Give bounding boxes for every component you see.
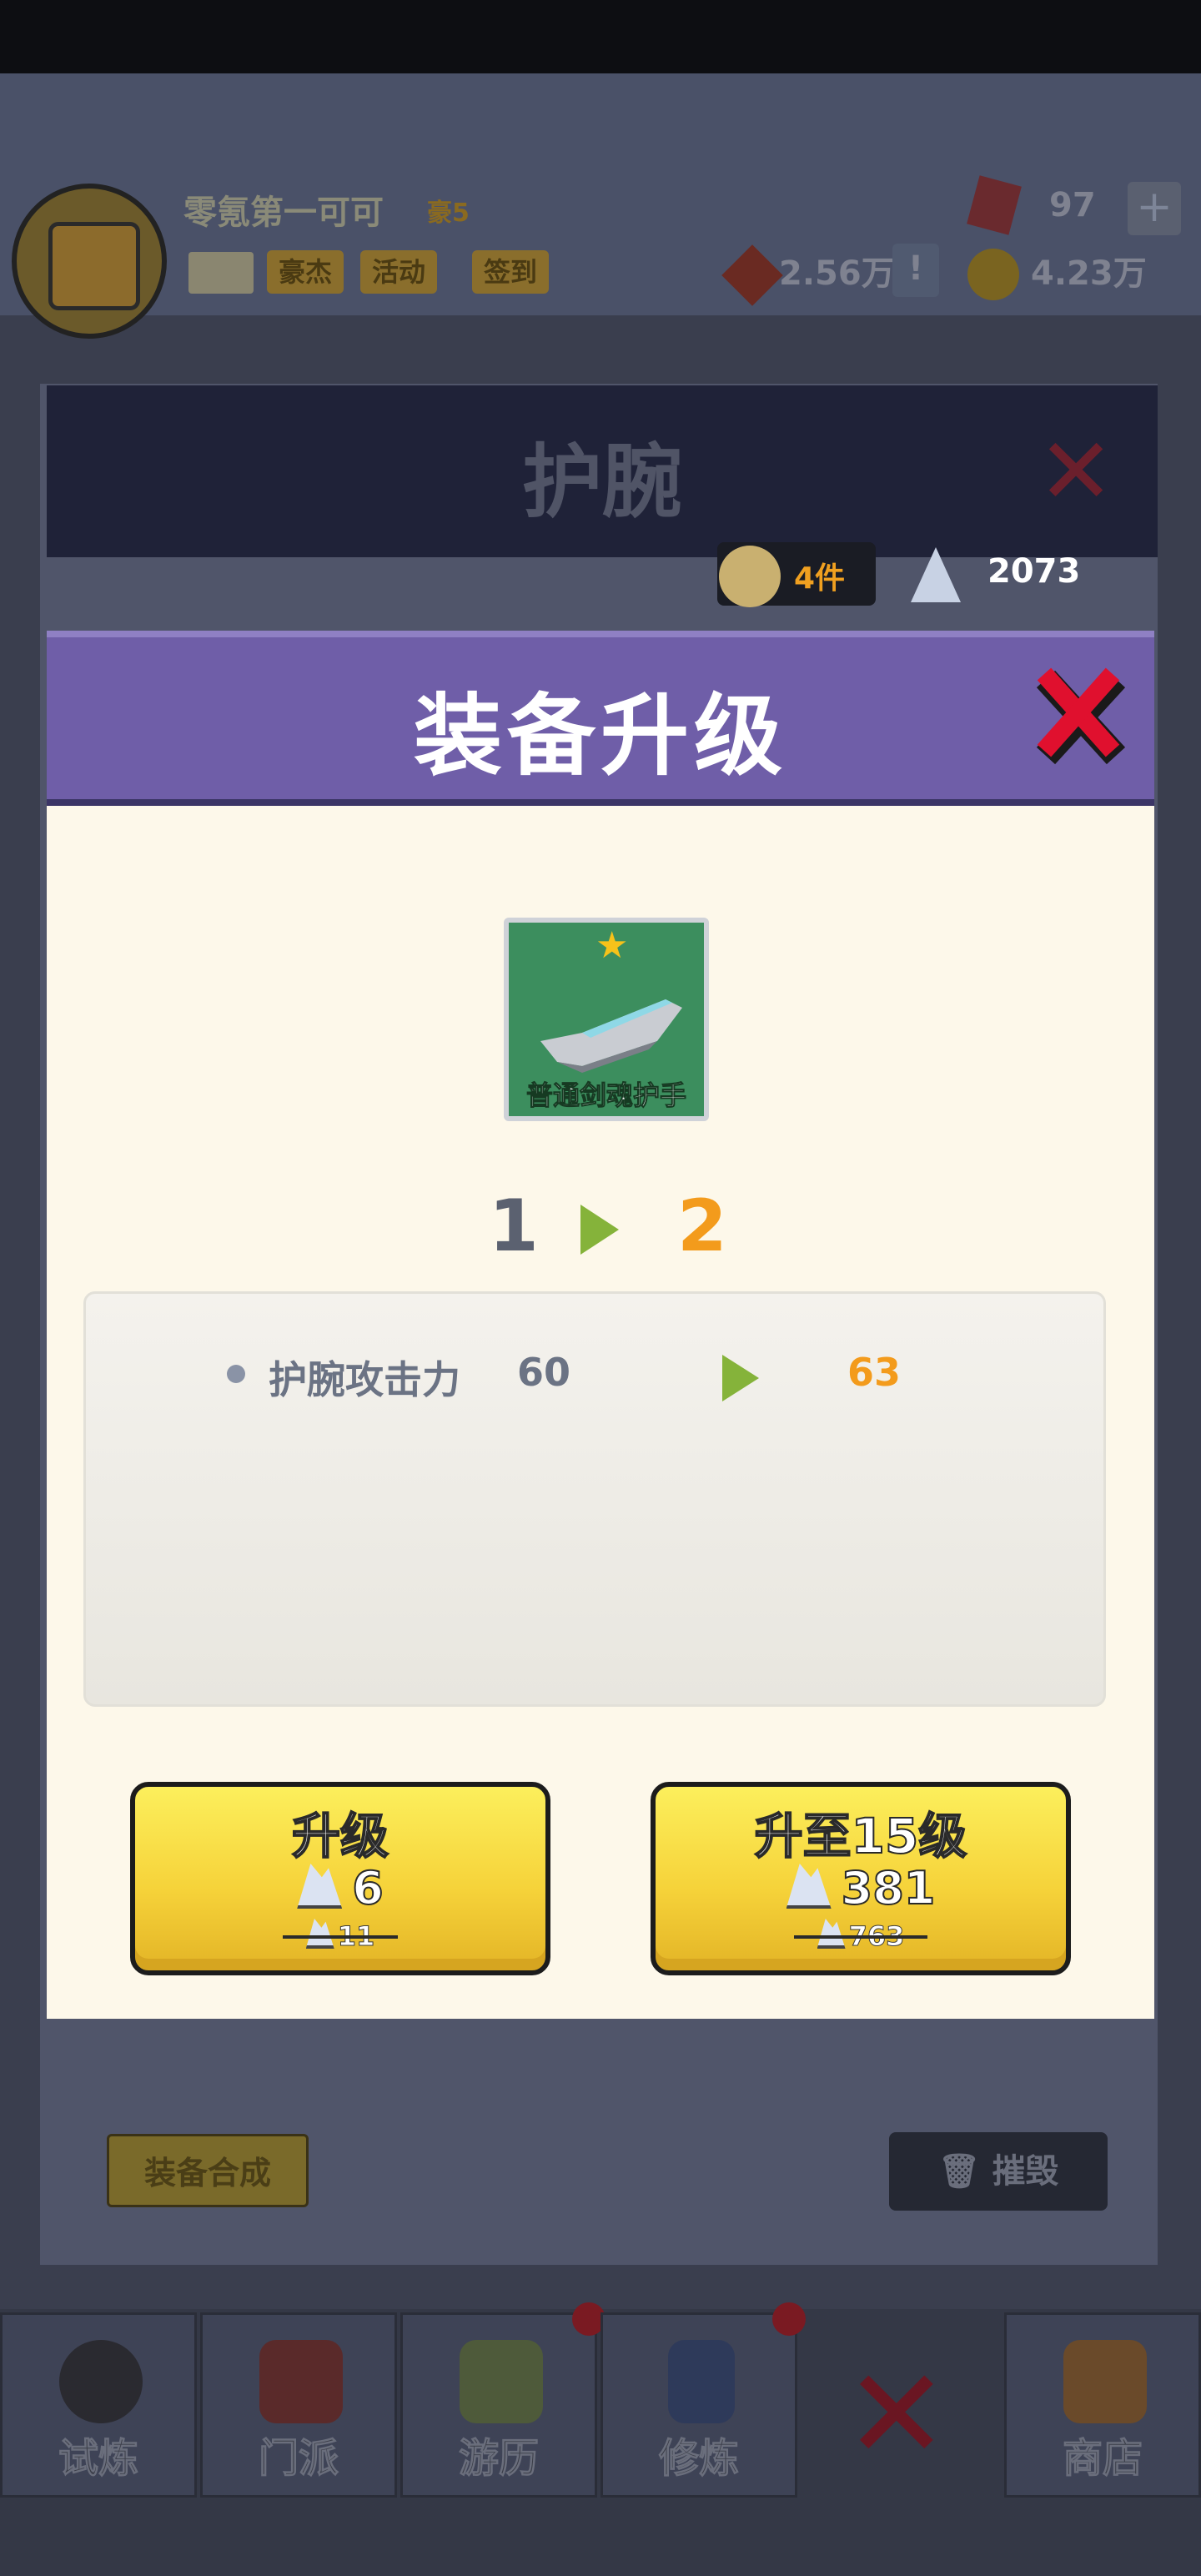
- player-name: 零氪第一可可: [183, 194, 384, 232]
- ninja-icon: [59, 2340, 143, 2423]
- book-icon: [668, 2340, 735, 2423]
- upgrade-original-cost-value: 11: [337, 1920, 375, 1953]
- token-count: 2.56万: [779, 254, 895, 293]
- temple-icon: [259, 2340, 343, 2423]
- add-gems-button[interactable]: +: [1128, 182, 1181, 235]
- upgrade-max-original-cost: 763: [656, 1919, 1066, 1953]
- upgrade-max-button-label: 升至15级: [754, 1807, 968, 1865]
- nav-close-icon[interactable]: ✕: [844, 2352, 949, 2478]
- nav-travel-label: 游历: [458, 2435, 539, 2483]
- nav-trial-label: 试炼: [58, 2435, 138, 2483]
- events-button[interactable]: 活动: [360, 250, 438, 294]
- close-icon[interactable]: [1029, 661, 1129, 769]
- upgrade-max-original-cost-value: 763: [848, 1920, 905, 1953]
- nav-travel[interactable]: 游历: [400, 2312, 597, 2498]
- nav-cultivate-notification-dot: [772, 2302, 806, 2336]
- mail-icon[interactable]: [188, 252, 254, 294]
- avatar[interactable]: [12, 184, 167, 339]
- crystal-icon: [305, 1919, 334, 1949]
- stat-current-value: 60: [517, 1350, 571, 1395]
- star-icon: ★: [595, 924, 629, 967]
- info-button[interactable]: !: [892, 244, 939, 297]
- gems-count: 97: [1049, 186, 1096, 224]
- upgrade-button-label: 升级: [291, 1807, 389, 1865]
- gold-count: 4.23万: [1031, 254, 1147, 293]
- upgrade-cost: 6: [135, 1861, 545, 1915]
- dialog-title: 装备升级: [414, 685, 787, 787]
- crystal-icon: [297, 1864, 343, 1909]
- mountain-icon: [460, 2340, 543, 2423]
- item-name: 普通剑魂护手: [525, 1079, 686, 1112]
- vip-badge: 豪5: [427, 199, 470, 228]
- nav-cultivate[interactable]: 修炼: [600, 2312, 797, 2498]
- nav-shop[interactable]: 商店: [1004, 2312, 1201, 2498]
- scroll-icon: [719, 546, 781, 607]
- upgrade-button[interactable]: 升级 6 11: [130, 1782, 550, 1975]
- shop-icon: [1063, 2340, 1147, 2423]
- bullet-icon: [227, 1365, 245, 1383]
- nav-shop-label: 商店: [1062, 2435, 1143, 2483]
- upgrade-max-cost-value: 381: [841, 1861, 937, 1915]
- heroes-button[interactable]: 豪杰: [267, 250, 344, 294]
- equipment-panel-close-icon[interactable]: ✕: [1038, 425, 1114, 517]
- compose-button[interactable]: 装备合成: [107, 2134, 309, 2207]
- crystal-count: 2073: [987, 552, 1081, 591]
- status-bar: [0, 0, 1201, 73]
- upgrade-max-cost: 381: [656, 1861, 1066, 1915]
- chest-icon: [48, 222, 140, 310]
- stat-next-value: 63: [847, 1350, 902, 1395]
- nav-trial[interactable]: 试炼: [0, 2312, 197, 2498]
- current-level: 1: [489, 1185, 539, 1268]
- stat-label: 护腕攻击力: [269, 1357, 460, 1402]
- upgrade-to-max-button[interactable]: 升至15级 381 763: [651, 1782, 1071, 1975]
- bracer-icon: [540, 999, 682, 1073]
- level-arrow-icon: [580, 1205, 619, 1255]
- equipment-panel-title: 护腕: [522, 435, 682, 529]
- nav-sect[interactable]: 门派: [200, 2312, 397, 2498]
- nav-sect-label: 门派: [258, 2435, 339, 2483]
- destroy-label: 摧毁: [992, 2152, 1059, 2191]
- item-card[interactable]: ★ 普通剑魂护手: [504, 918, 709, 1121]
- nav-cultivate-label: 修炼: [658, 2435, 739, 2483]
- destroy-button[interactable]: 🗑 摧毁: [889, 2132, 1108, 2211]
- pieces-count: 4件: [794, 561, 846, 596]
- crystal-icon: [786, 1864, 832, 1909]
- upgrade-cost-value: 6: [351, 1861, 384, 1915]
- gold-coin-icon: [967, 249, 1019, 300]
- next-level: 2: [677, 1185, 727, 1268]
- crystal-icon: [817, 1919, 846, 1949]
- trash-icon: 🗑: [937, 2152, 981, 2191]
- player-header: [0, 73, 1201, 315]
- checkin-button[interactable]: 签到: [472, 250, 550, 294]
- header-divider: [47, 799, 1154, 806]
- upgrade-original-cost: 11: [135, 1919, 545, 1953]
- stats-panel: [83, 1291, 1106, 1707]
- stat-arrow-icon: [722, 1355, 759, 1401]
